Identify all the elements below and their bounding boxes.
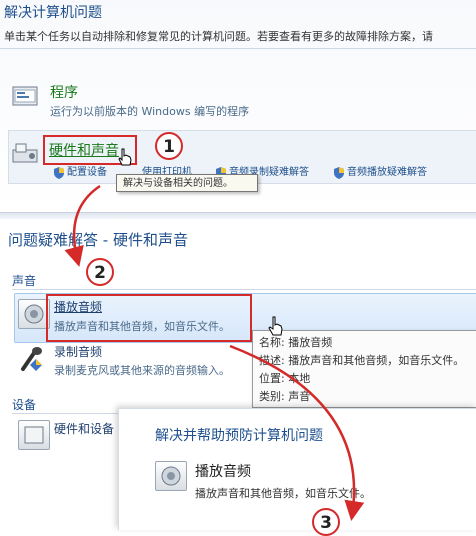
step-arrows [64,184,365,521]
